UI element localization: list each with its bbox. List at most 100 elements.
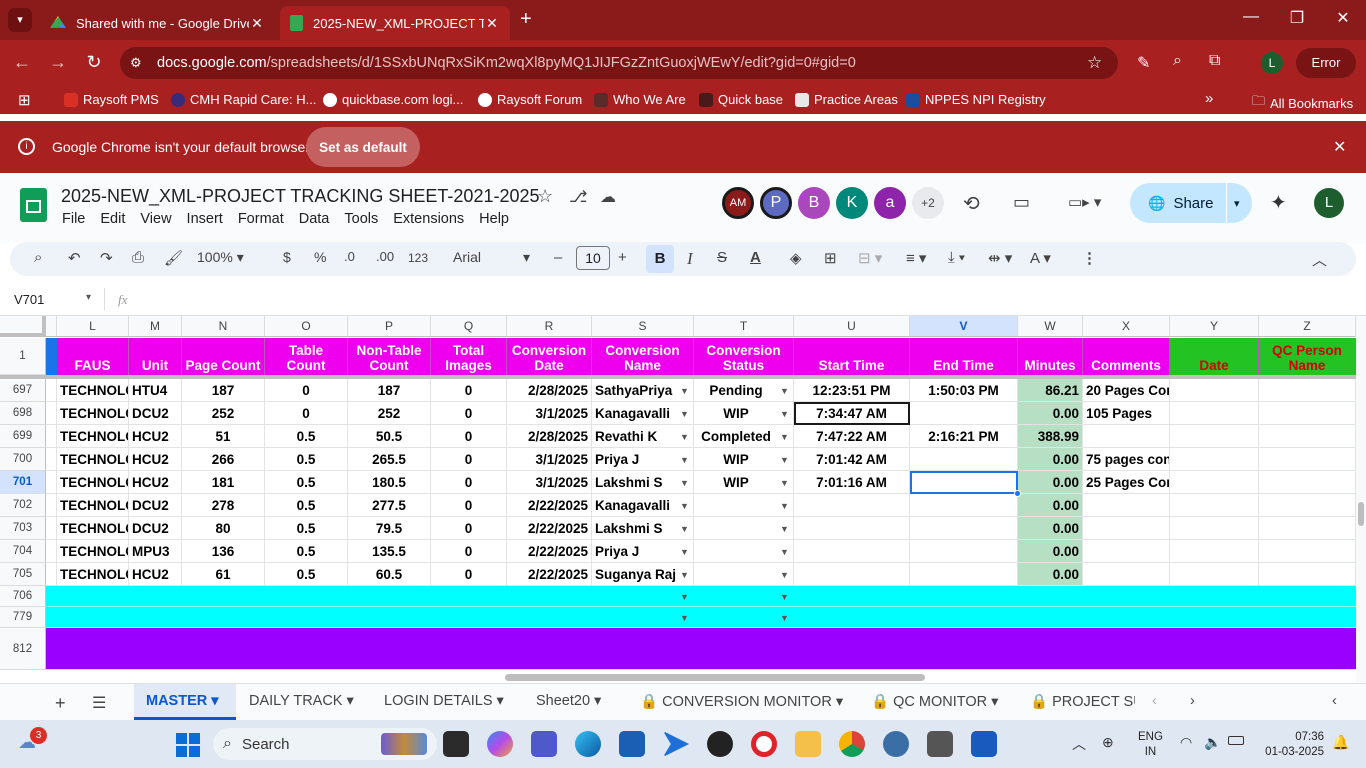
cell[interactable]: SathyaPriya [592,379,694,402]
decrease-decimal-button[interactable]: .0 [344,249,355,264]
bold-button[interactable]: B [646,245,674,273]
move-icon[interactable]: ⎇ [569,187,587,207]
close-window-icon[interactable]: ✕ [1328,8,1358,28]
cell[interactable] [694,517,794,540]
cell[interactable]: 0 [431,563,507,586]
star-icon[interactable]: ☆ [537,186,553,207]
row-header[interactable]: 704 [0,540,46,563]
pen-icon[interactable]: ✎ [1137,53,1150,73]
profile-avatar[interactable]: L [1261,52,1283,74]
column-header[interactable]: Z [1259,316,1356,337]
dropdown-arrow-icon[interactable]: ▼ [780,501,789,511]
column-header[interactable]: V [910,316,1018,337]
cell[interactable]: 0 [431,517,507,540]
cloud-status-icon[interactable]: ☁ [600,187,616,207]
cell[interactable]: 2/22/2025 [507,494,592,517]
fill-color-icon[interactable]: ◈ [790,249,802,267]
teams-icon[interactable] [531,731,557,757]
zoom-select[interactable]: 100% ▾ [197,249,244,266]
share-button[interactable]: 🌐 Share ▾ [1130,183,1252,223]
cell[interactable]: 7:01:42 AM [794,448,910,471]
cell[interactable]: 388.99 [1018,425,1083,448]
header-cell[interactable]: Conversion Name [592,338,694,375]
cell[interactable]: 0.00 [1018,540,1083,563]
cell[interactable]: HTU4 [129,379,182,402]
dropdown-arrow-icon[interactable]: ▼ [680,570,689,580]
column-header[interactable]: N [182,316,265,337]
cell[interactable]: 2/22/2025 [507,517,592,540]
cell[interactable]: 50.5 [348,425,431,448]
horizontal-scrollbar-thumb[interactable] [505,674,925,681]
cell[interactable] [794,540,910,563]
gemini-icon[interactable]: ✦ [1270,190,1287,215]
row-header[interactable]: 706 [0,586,46,607]
dropdown-arrow-icon[interactable]: ▼ [680,524,689,534]
cell[interactable]: 0 [431,379,507,402]
cell[interactable]: WIP [694,448,794,471]
print-icon[interactable]: ⎙ [132,249,144,266]
column-header[interactable]: T [694,316,794,337]
cell[interactable]: 278 [182,494,265,517]
cell[interactable] [694,540,794,563]
dropdown-arrow-icon[interactable]: ▼ [680,501,689,511]
app-icon[interactable] [927,731,953,757]
cell[interactable]: 0.00 [1018,563,1083,586]
cell[interactable]: 80 [182,517,265,540]
colored-row[interactable] [46,586,1356,607]
header-cell[interactable]: Page Count [182,338,265,375]
bookmark-item[interactable]: Quick base [699,92,783,107]
more-collaborators[interactable]: +2 [912,187,944,219]
header-cell[interactable]: Minutes [1018,338,1083,375]
chevron-down-icon[interactable]: ▾ [1234,197,1240,210]
collaborator-avatar[interactable]: P [760,187,792,219]
cell[interactable]: 60.5 [348,563,431,586]
cell[interactable] [1259,540,1356,563]
reload-icon[interactable]: ↻ [82,52,106,73]
collapse-toolbar-icon[interactable]: ︿ [1312,249,1327,270]
cell[interactable]: TECHNOLOG [57,425,129,448]
cell[interactable] [694,494,794,517]
cell[interactable]: 136 [182,540,265,563]
cell[interactable]: 51 [182,425,265,448]
increase-decimal-button[interactable]: .00 [376,249,394,264]
cell[interactable]: 0.5 [265,448,348,471]
cell[interactable] [1170,494,1259,517]
header-cell[interactable]: Conversion Date [507,338,592,375]
cell[interactable] [1170,540,1259,563]
cell[interactable]: 0.00 [1018,448,1083,471]
cell[interactable]: TECHNOLOG [57,402,129,425]
dropdown-arrow-icon[interactable]: ▼ [680,592,689,602]
dropdown-arrow-icon[interactable]: ▼ [780,592,789,602]
cell[interactable] [1170,563,1259,586]
cell[interactable]: TECHNOLOG [57,379,129,402]
dropdown-arrow-icon[interactable]: ▼ [780,570,789,580]
cell[interactable] [794,563,910,586]
bookmark-item[interactable]: NPPES NPI Registry [906,92,1046,107]
cell[interactable]: 3/1/2025 [507,402,592,425]
cell[interactable] [1083,540,1170,563]
volume-icon[interactable]: 🔈 [1204,734,1221,751]
header-cell[interactable]: QC Person Name [1259,338,1356,375]
menu-help[interactable]: Help [479,211,509,227]
cell[interactable]: 0.00 [1018,494,1083,517]
row-header[interactable]: 812 [0,628,46,670]
cell[interactable] [1259,425,1356,448]
header-cell[interactable]: Date [1170,338,1259,375]
cell[interactable] [1170,517,1259,540]
cell[interactable]: TECHNOLOG [57,540,129,563]
cell[interactable]: 0 [431,448,507,471]
paint-format-icon[interactable]: 🖌 [164,249,183,267]
app-icon[interactable] [883,731,909,757]
cell[interactable] [794,494,910,517]
row-header[interactable]: 705 [0,563,46,586]
wifi-icon[interactable]: ◠ [1180,734,1192,751]
cell[interactable]: 277.5 [348,494,431,517]
cell[interactable]: 0.00 [1018,471,1083,494]
cell[interactable] [1083,517,1170,540]
dropdown-arrow-icon[interactable]: ▼ [680,613,689,623]
cell[interactable] [1083,563,1170,586]
cell[interactable] [1259,517,1356,540]
undo-icon[interactable]: ↶ [68,249,81,267]
cell[interactable] [1170,379,1259,402]
bookmark-item[interactable]: Raysoft PMS [64,92,159,107]
